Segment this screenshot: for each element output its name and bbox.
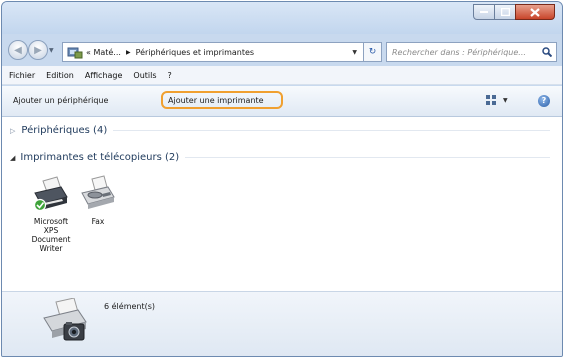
breadcrumb-separator-icon: ▶: [125, 48, 131, 56]
printer-icon: [33, 176, 68, 212]
devices-printers-icon: [43, 298, 87, 341]
printer-label-line: XPS: [43, 226, 59, 235]
menu-help[interactable]: ?: [168, 71, 172, 80]
group-devices[interactable]: ▷ Périphériques (4): [10, 125, 550, 136]
close-icon: [530, 7, 540, 17]
printer-label-line: Writer: [39, 244, 63, 253]
back-arrow-icon: ◀: [14, 44, 22, 56]
printer-label-line: Document: [31, 235, 71, 244]
help-icon[interactable]: ?: [538, 95, 550, 107]
control-panel-icon: [67, 47, 83, 59]
collapsed-arrow-icon: ▷: [10, 126, 16, 135]
group-printers[interactable]: ◢ Imprimantes et télécopieurs (2): [10, 152, 550, 163]
expanded-arrow-icon: ◢: [10, 153, 16, 162]
details-pane: 6 élément(s): [2, 291, 562, 356]
menu-fichier[interactable]: Fichier: [9, 71, 35, 80]
menu-outils[interactable]: Outils: [133, 71, 156, 80]
view-dropdown-icon: ▼: [503, 97, 508, 104]
printer-item-xps-label: Microsoft XPS Document Writer: [27, 217, 75, 253]
maximize-icon: [500, 8, 510, 16]
breadcrumb-root[interactable]: « Maté...: [86, 48, 121, 57]
search-placeholder: Rechercher dans : Périphérique...: [392, 47, 526, 57]
item-count: 6 élément(s): [104, 302, 156, 311]
navigation-row: ◀ ▶ ▼ « Maté... ▶ Périphériques et impri…: [2, 36, 562, 64]
change-view-button[interactable]: ▼: [486, 95, 508, 106]
minimize-button[interactable]: [473, 4, 495, 20]
address-bar[interactable]: « Maté... ▶ Périphériques et imprimantes…: [62, 42, 364, 62]
items-pane: ▷ Périphériques (4) ◢ Imprimantes et tél…: [2, 117, 562, 291]
title-bar: [2, 2, 562, 34]
close-button[interactable]: [515, 4, 555, 20]
group-divider: [113, 130, 550, 131]
forward-button[interactable]: ▶: [28, 40, 48, 60]
address-dropdown-icon[interactable]: ▼: [352, 49, 357, 56]
group-devices-label: Périphériques (4): [21, 125, 108, 136]
refresh-button[interactable]: ↻: [364, 42, 382, 62]
printer-label-line: Microsoft: [33, 217, 69, 226]
maximize-button[interactable]: [494, 4, 516, 20]
menu-affichage[interactable]: Affichage: [85, 71, 123, 80]
forward-arrow-icon: ▶: [34, 44, 42, 56]
recent-pages-dropdown-icon[interactable]: ▼: [49, 47, 54, 54]
back-button[interactable]: ◀: [8, 40, 28, 60]
add-printer-highlight: [161, 91, 283, 109]
printer-label-line: Fax: [91, 217, 105, 226]
fax-icon: [81, 175, 115, 209]
window-controls: [473, 4, 555, 20]
minimize-icon: [480, 10, 488, 13]
explorer-window: ◀ ▶ ▼ « Maté... ▶ Périphériques et impri…: [1, 1, 563, 357]
view-icon: [486, 95, 496, 105]
group-divider: [185, 157, 550, 158]
add-device-button[interactable]: Ajouter un périphérique: [13, 93, 108, 109]
printer-item-xps[interactable]: Microsoft XPS Document Writer: [27, 175, 75, 253]
search-box[interactable]: Rechercher dans : Périphérique...: [386, 42, 557, 62]
group-printers-label: Imprimantes et télécopieurs (2): [20, 152, 180, 163]
search-icon[interactable]: [542, 47, 552, 57]
menu-bar: Fichier Edition Affichage Outils ?: [2, 66, 562, 85]
menu-edition[interactable]: Edition: [46, 71, 74, 80]
command-bar: Ajouter un périphérique Ajouter une impr…: [2, 86, 562, 117]
breadcrumb-current[interactable]: Périphériques et imprimantes: [136, 48, 255, 57]
refresh-icon: ↻: [368, 47, 377, 57]
printer-item-fax[interactable]: Fax: [76, 175, 120, 226]
